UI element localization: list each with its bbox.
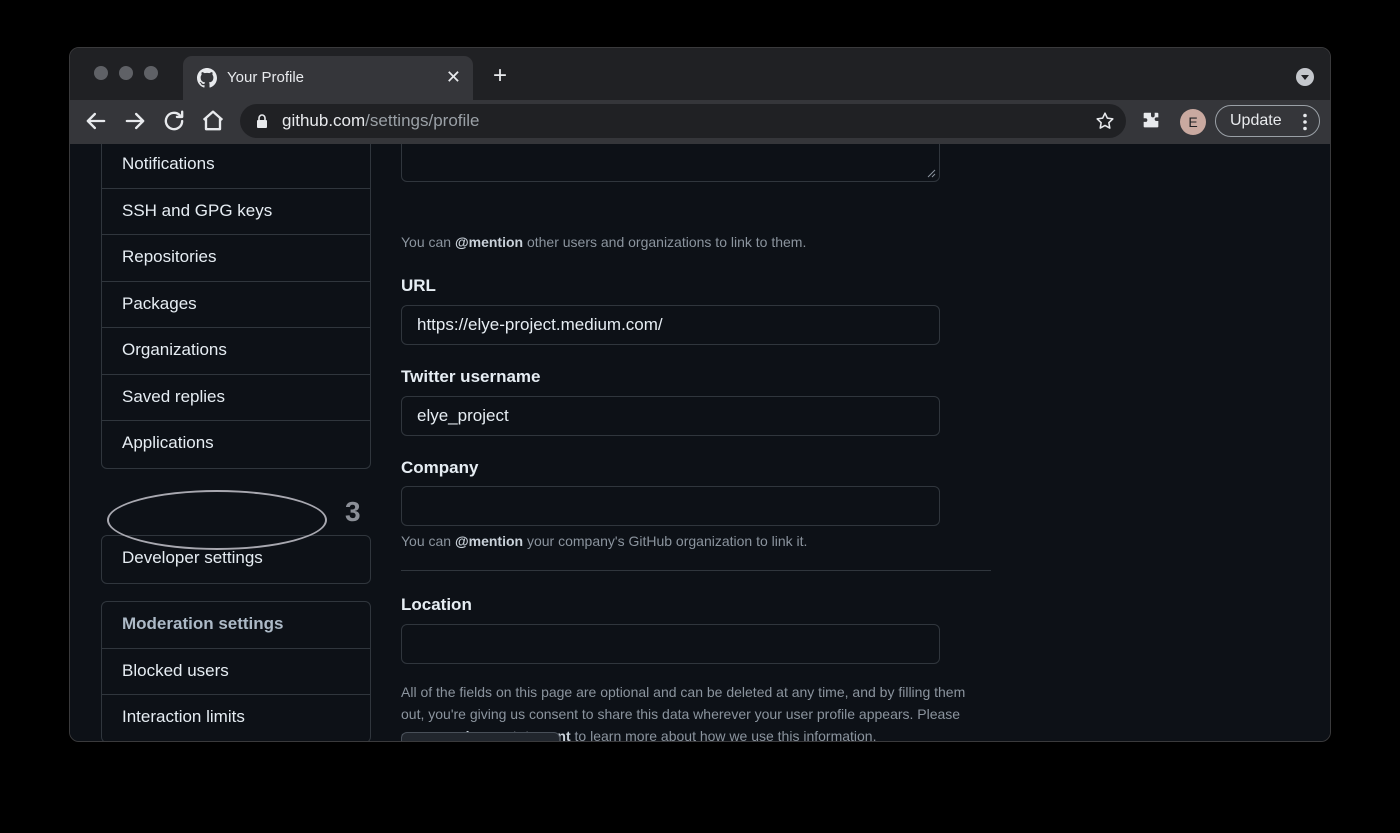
company-label: Company xyxy=(401,458,479,477)
company-hint: You can @mention your company's GitHub o… xyxy=(401,533,808,549)
sidebar-item-packages[interactable]: Packages xyxy=(102,282,370,328)
sidebar-item-interaction-limits[interactable]: Interaction limits xyxy=(102,695,370,741)
location-input[interactable] xyxy=(401,624,940,664)
new-tab-icon[interactable]: + xyxy=(493,64,507,88)
forward-icon[interactable] xyxy=(121,107,149,135)
step-number-annotation: 3 xyxy=(345,496,361,527)
browser-window: Your Profile ✕ + github.com/settings/pro… xyxy=(69,47,1331,742)
tab-title: Your Profile xyxy=(227,69,304,86)
moderation-settings-heading: Moderation settings xyxy=(102,602,370,649)
update-profile-button[interactable] xyxy=(401,732,560,741)
minimize-window-button[interactable] xyxy=(119,66,133,80)
bookmark-star-icon[interactable] xyxy=(1094,110,1116,132)
sidebar-item-notifications[interactable]: Notifications xyxy=(102,144,370,189)
tab-close-icon[interactable]: ✕ xyxy=(446,66,461,88)
twitter-username-input[interactable]: elye_project xyxy=(401,396,940,436)
sidebar-item-repositories[interactable]: Repositories xyxy=(102,235,370,282)
menu-kebab-icon[interactable] xyxy=(1303,113,1307,131)
reload-icon[interactable] xyxy=(160,107,188,135)
update-button[interactable]: Update xyxy=(1215,105,1320,137)
address-bar[interactable]: github.com/settings/profile xyxy=(240,104,1126,138)
sidebar-item-saved-replies[interactable]: Saved replies xyxy=(102,375,370,421)
url-text: github.com/settings/profile xyxy=(282,111,480,130)
extensions-icon[interactable] xyxy=(1140,110,1162,132)
tab-search-icon[interactable] xyxy=(1296,68,1314,86)
url-label: URL xyxy=(401,276,436,295)
twitter-username-label: Twitter username xyxy=(401,367,541,386)
title-bar: Your Profile ✕ + xyxy=(70,48,1330,100)
sidebar-item-applications[interactable]: Applications xyxy=(102,421,370,468)
moderation-nav: Moderation settings Blocked users Intera… xyxy=(101,601,371,741)
section-divider xyxy=(401,570,991,571)
bio-textarea[interactable] xyxy=(401,144,940,182)
profile-avatar[interactable]: E xyxy=(1180,109,1206,135)
location-label: Location xyxy=(401,595,472,614)
update-label: Update xyxy=(1230,112,1282,129)
sidebar-item-organizations[interactable]: Organizations xyxy=(102,328,370,375)
resize-handle-icon[interactable] xyxy=(927,169,936,178)
highlight-annotation xyxy=(107,490,327,550)
sidebar-item-blocked-users[interactable]: Blocked users xyxy=(102,649,370,695)
github-icon xyxy=(197,68,217,88)
company-input[interactable] xyxy=(401,486,940,526)
url-input[interactable]: https://elye-project.medium.com/ xyxy=(401,305,940,345)
bio-hint: You can @mention other users and organiz… xyxy=(401,234,807,250)
home-icon[interactable] xyxy=(199,107,227,135)
close-window-button[interactable] xyxy=(94,66,108,80)
browser-toolbar: github.com/settings/profile E Update xyxy=(70,100,1330,144)
sidebar-item-ssh-gpg-keys[interactable]: SSH and GPG keys xyxy=(102,189,370,235)
back-icon[interactable] xyxy=(82,107,110,135)
settings-sidebar: Notifications SSH and GPG keys Repositor… xyxy=(101,144,371,469)
lock-icon xyxy=(257,114,267,128)
page-content: Notifications SSH and GPG keys Repositor… xyxy=(70,144,1330,741)
browser-tab[interactable]: Your Profile ✕ xyxy=(183,56,473,100)
maximize-window-button[interactable] xyxy=(144,66,158,80)
